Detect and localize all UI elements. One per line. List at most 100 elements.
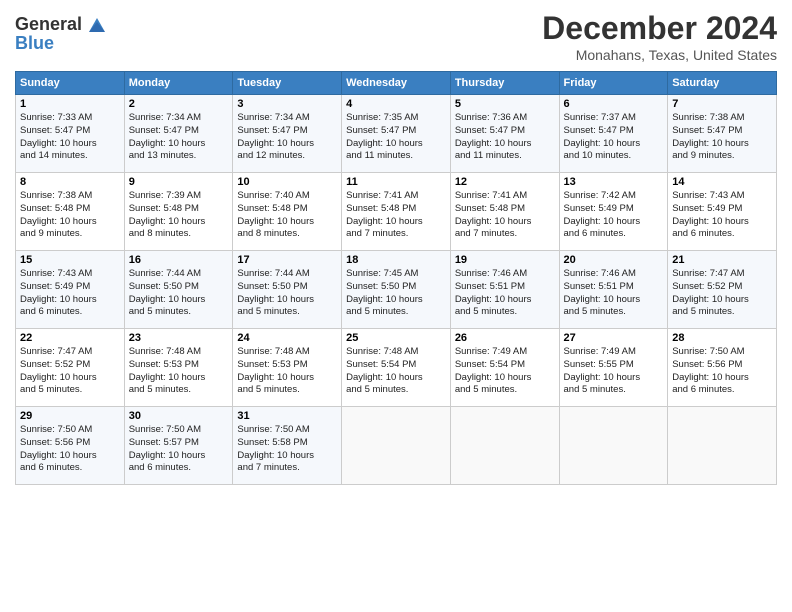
col-header-friday: Friday [559,72,668,95]
logo-icon [85,16,107,34]
calendar-cell: 27Sunrise: 7:49 AM Sunset: 5:55 PM Dayli… [559,329,668,407]
col-header-tuesday: Tuesday [233,72,342,95]
cell-content: Sunrise: 7:40 AM Sunset: 5:48 PM Dayligh… [237,190,337,241]
day-number: 23 [129,332,229,344]
day-number: 1 [20,98,120,110]
calendar-cell [559,407,668,485]
cell-content: Sunrise: 7:50 AM Sunset: 5:56 PM Dayligh… [20,424,120,475]
cell-content: Sunrise: 7:45 AM Sunset: 5:50 PM Dayligh… [346,268,446,319]
day-number: 11 [346,176,446,188]
title-block: December 2024 Monahans, Texas, United St… [542,10,777,63]
day-number: 16 [129,254,229,266]
cell-content: Sunrise: 7:34 AM Sunset: 5:47 PM Dayligh… [129,112,229,163]
calendar-cell: 16 Sunrise: 7:44 AM Sunset: 5:50 PM Dayli… [124,251,233,329]
day-number: 22 [20,332,120,344]
day-number: 13 [564,176,664,188]
day-number: 19 [455,254,555,266]
cell-content: Sunrise: 7:47 AM Sunset: 5:52 PM Dayligh… [20,346,120,397]
day-number: 10 [237,176,337,188]
calendar-cell [668,407,777,485]
calendar-cell: 22 Sunrise: 7:47 AM Sunset: 5:52 PM Dayli… [16,329,125,407]
cell-content: Sunrise: 7:46 AM Sunset: 5:51 PM Dayligh… [455,268,555,319]
page-header: General Blue December 2024 Monahans, Tex… [15,10,777,63]
col-header-monday: Monday [124,72,233,95]
calendar-cell [342,407,451,485]
col-header-sunday: Sunday [16,72,125,95]
day-number: 24 [237,332,337,344]
calendar-cell: 2 Sunrise: 7:34 AM Sunset: 5:47 PM Daylig… [124,95,233,173]
day-number: 20 [564,254,664,266]
day-number: 5 [455,98,555,110]
day-number: 7 [672,98,772,110]
day-number: 4 [346,98,446,110]
cell-content: Sunrise: 7:46 AM Sunset: 5:51 PM Dayligh… [564,268,664,319]
day-number: 14 [672,176,772,188]
day-number: 29 [20,410,120,422]
cell-content: Sunrise: 7:48 AM Sunset: 5:53 PM Dayligh… [129,346,229,397]
calendar-cell: 18 Sunrise: 7:45 AM Sunset: 5:50 PM Dayli… [342,251,451,329]
day-number: 8 [20,176,120,188]
calendar-cell: 26 Sunrise: 7:49 AM Sunset: 5:54 PM Dayli… [450,329,559,407]
cell-content: Sunrise: 7:42 AM Sunset: 5:49 PM Dayligh… [564,190,664,241]
calendar-cell: 3Sunrise: 7:34 AM Sunset: 5:47 PM Daylig… [233,95,342,173]
cell-content: Sunrise: 7:38 AM Sunset: 5:47 PM Dayligh… [672,112,772,163]
day-number: 6 [564,98,664,110]
cell-content: Sunrise: 7:50 AM Sunset: 5:57 PM Dayligh… [129,424,229,475]
cell-content: Sunrise: 7:50 AM Sunset: 5:58 PM Dayligh… [237,424,337,475]
day-number: 17 [237,254,337,266]
day-number: 31 [237,410,337,422]
calendar-cell: 28 Sunrise: 7:50 AM Sunset: 5:56 PM Dayli… [668,329,777,407]
cell-content: Sunrise: 7:48 AM Sunset: 5:53 PM Dayligh… [237,346,337,397]
day-number: 30 [129,410,229,422]
day-number: 2 [129,98,229,110]
cell-content: Sunrise: 7:41 AM Sunset: 5:48 PM Dayligh… [346,190,446,241]
day-number: 25 [346,332,446,344]
logo-general: General [15,14,82,35]
col-header-thursday: Thursday [450,72,559,95]
day-number: 26 [455,332,555,344]
day-number: 15 [20,254,120,266]
cell-content: Sunrise: 7:47 AM Sunset: 5:52 PM Dayligh… [672,268,772,319]
week-row-2: 8Sunrise: 7:38 AM Sunset: 5:48 PM Daylig… [16,173,777,251]
cell-content: Sunrise: 7:43 AM Sunset: 5:49 PM Dayligh… [672,190,772,241]
calendar-cell: 14 Sunrise: 7:43 AM Sunset: 5:49 PM Dayli… [668,173,777,251]
cell-content: Sunrise: 7:49 AM Sunset: 5:54 PM Dayligh… [455,346,555,397]
week-row-3: 15 Sunrise: 7:43 AM Sunset: 5:49 PM Dayli… [16,251,777,329]
day-number: 21 [672,254,772,266]
day-number: 28 [672,332,772,344]
calendar-cell: 11 Sunrise: 7:41 AM Sunset: 5:48 PM Dayli… [342,173,451,251]
cell-content: Sunrise: 7:39 AM Sunset: 5:48 PM Dayligh… [129,190,229,241]
logo-blue: Blue [15,33,54,54]
calendar-cell: 8Sunrise: 7:38 AM Sunset: 5:48 PM Daylig… [16,173,125,251]
day-number: 12 [455,176,555,188]
calendar-cell: 21 Sunrise: 7:47 AM Sunset: 5:52 PM Dayli… [668,251,777,329]
cell-content: Sunrise: 7:44 AM Sunset: 5:50 PM Dayligh… [237,268,337,319]
cell-content: Sunrise: 7:50 AM Sunset: 5:56 PM Dayligh… [672,346,772,397]
week-row-1: 1Sunrise: 7:33 AM Sunset: 5:47 PM Daylig… [16,95,777,173]
calendar-cell: 4 Sunrise: 7:35 AM Sunset: 5:47 PM Daylig… [342,95,451,173]
calendar-cell: 30 Sunrise: 7:50 AM Sunset: 5:57 PM Dayli… [124,407,233,485]
week-row-4: 22 Sunrise: 7:47 AM Sunset: 5:52 PM Dayli… [16,329,777,407]
calendar-cell: 10 Sunrise: 7:40 AM Sunset: 5:48 PM Dayli… [233,173,342,251]
calendar-cell: 23 Sunrise: 7:48 AM Sunset: 5:53 PM Dayli… [124,329,233,407]
cell-content: Sunrise: 7:49 AM Sunset: 5:55 PM Dayligh… [564,346,664,397]
cell-content: Sunrise: 7:36 AM Sunset: 5:47 PM Dayligh… [455,112,555,163]
week-row-5: 29 Sunrise: 7:50 AM Sunset: 5:56 PM Dayli… [16,407,777,485]
calendar-cell: 17 Sunrise: 7:44 AM Sunset: 5:50 PM Dayli… [233,251,342,329]
cell-content: Sunrise: 7:44 AM Sunset: 5:50 PM Dayligh… [129,268,229,319]
calendar-cell: 5 Sunrise: 7:36 AM Sunset: 5:47 PM Daylig… [450,95,559,173]
calendar-cell: 24 Sunrise: 7:48 AM Sunset: 5:53 PM Dayli… [233,329,342,407]
day-number: 9 [129,176,229,188]
calendar-cell: 6Sunrise: 7:37 AM Sunset: 5:47 PM Daylig… [559,95,668,173]
header-row: SundayMondayTuesdayWednesdayThursdayFrid… [16,72,777,95]
calendar-table: SundayMondayTuesdayWednesdayThursdayFrid… [15,71,777,485]
calendar-cell: 9 Sunrise: 7:39 AM Sunset: 5:48 PM Daylig… [124,173,233,251]
logo: General Blue [15,14,107,54]
day-number: 18 [346,254,446,266]
cell-content: Sunrise: 7:35 AM Sunset: 5:47 PM Dayligh… [346,112,446,163]
calendar-cell: 29 Sunrise: 7:50 AM Sunset: 5:56 PM Dayli… [16,407,125,485]
col-header-wednesday: Wednesday [342,72,451,95]
cell-content: Sunrise: 7:43 AM Sunset: 5:49 PM Dayligh… [20,268,120,319]
day-number: 3 [237,98,337,110]
col-header-saturday: Saturday [668,72,777,95]
